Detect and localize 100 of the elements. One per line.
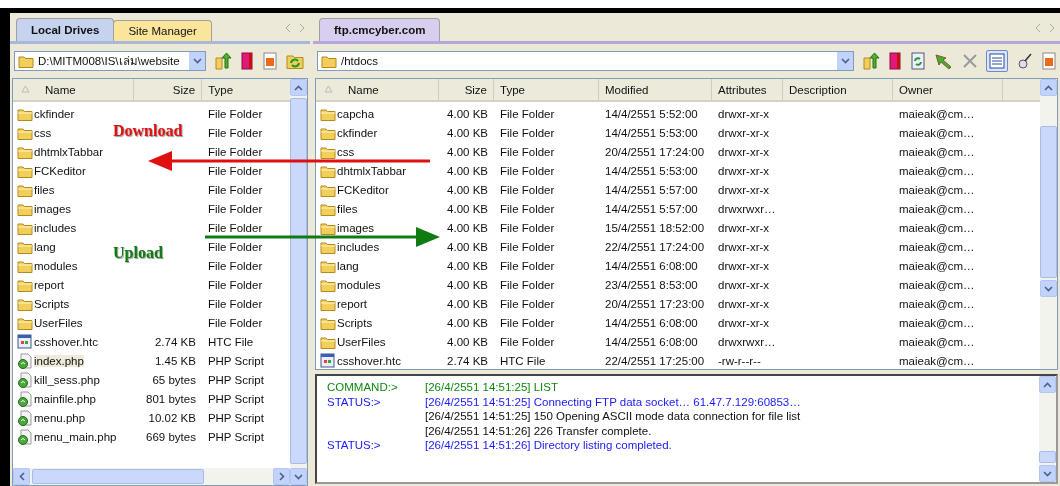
refresh-folder-icon[interactable] (286, 52, 304, 70)
column-header[interactable]: Attributes (712, 79, 783, 100)
file-name[interactable]: UserFiles (34, 316, 83, 329)
scrollbar[interactable] (1040, 79, 1057, 369)
file-name[interactable]: files (337, 202, 358, 215)
tab[interactable]: Local Drives (16, 18, 115, 41)
folder-icon (17, 277, 33, 292)
log-message: [26/4/2551 14:51:25] Connecting FTP data socket… 61.47.7.129:60853… (425, 395, 801, 408)
tab[interactable]: Site Manager (113, 20, 212, 41)
annotation-label: Download (113, 122, 183, 140)
column-header[interactable]: Name (13, 79, 134, 100)
chevron-up-icon[interactable] (1043, 381, 1052, 388)
folder-icon (321, 54, 337, 68)
file-name[interactable]: modules (337, 278, 381, 291)
file-size: 65 bytes (152, 373, 196, 386)
file-name[interactable]: FCKeditor (34, 164, 86, 177)
file-name[interactable]: dhtmlxTabbar (337, 164, 407, 177)
column-header[interactable]: Description (783, 79, 893, 100)
scrollbar-thumb[interactable] (1040, 126, 1057, 278)
file-name[interactable]: report (337, 297, 368, 310)
file-type: PHP Script (207, 411, 264, 424)
modified-date: 23/4/2551 8:53:00 (605, 278, 698, 291)
file-name[interactable]: UserFiles (337, 335, 386, 348)
folder-icon (320, 163, 336, 178)
file-name[interactable]: modules (34, 259, 78, 272)
file-name[interactable]: kill_sess.php (34, 373, 100, 386)
file-attributes: -rw-r--r-- (718, 354, 761, 367)
scrollbar-thumb[interactable] (32, 469, 204, 484)
file-name[interactable]: images (337, 221, 375, 234)
chevron-up-icon[interactable] (1044, 84, 1053, 91)
file-name[interactable]: dhtmlxTabbar (34, 145, 104, 158)
file-type: File Folder (500, 107, 555, 120)
file-name[interactable]: csshover.htc (34, 335, 98, 348)
file-icon (320, 353, 336, 368)
file-name[interactable]: css (337, 145, 355, 158)
scrollbar[interactable] (13, 468, 290, 485)
chevron-left-icon[interactable] (18, 472, 25, 481)
scrollbar-thumb[interactable] (1039, 451, 1056, 463)
file-name[interactable]: mainfile.php (34, 392, 96, 405)
chevron-down-icon[interactable] (294, 473, 303, 480)
modified-date: 15/4/2551 18:52:00 (605, 221, 705, 234)
folder-icon (17, 106, 33, 121)
column-header[interactable]: Name (316, 79, 439, 100)
file-name[interactable]: files (34, 183, 55, 196)
file-name[interactable]: csshover.htc (337, 354, 401, 367)
delete-icon[interactable] (962, 53, 978, 69)
column-header[interactable]: Size (439, 79, 494, 100)
file-name[interactable]: capcha (337, 107, 375, 120)
column-header[interactable]: Type (202, 79, 290, 100)
tab[interactable]: ftp.cmcyber.com (319, 18, 441, 41)
up-folder-icon[interactable] (862, 52, 880, 70)
chevron-up-icon[interactable] (294, 84, 303, 91)
file-name[interactable]: includes (34, 221, 77, 234)
file-name[interactable]: images (34, 202, 72, 215)
chevron-down-icon[interactable] (1043, 470, 1052, 477)
chevron-right-icon[interactable] (278, 472, 285, 481)
folder-icon (320, 315, 336, 330)
column-header[interactable]: Modified (599, 79, 712, 100)
file-type: PHP Script (207, 373, 264, 386)
file-size: 2.74 KB (154, 335, 196, 348)
path-dropdown[interactable]: D:\MITM008\IS\เล่ม\website (14, 51, 206, 71)
file-name[interactable]: Scripts (337, 316, 373, 329)
up-folder-icon[interactable] (214, 52, 232, 70)
file-name[interactable]: css (34, 126, 52, 139)
file-name[interactable]: menu_main.php (34, 430, 117, 443)
file-name[interactable]: FCKeditor (337, 183, 389, 196)
scrollbar[interactable] (1039, 376, 1056, 482)
document-icon[interactable] (1042, 52, 1056, 70)
file-owner: maieak@cm… (899, 107, 975, 120)
file-owner: maieak@cm… (899, 354, 975, 367)
file-name[interactable]: ckfinder (337, 126, 378, 139)
book-icon[interactable] (888, 52, 902, 70)
column-header[interactable]: Type (494, 79, 599, 100)
column-header[interactable]: Size (133, 79, 203, 100)
chevron-down-icon[interactable] (192, 58, 202, 64)
file-name[interactable]: menu.php (34, 411, 86, 424)
list-view-icon[interactable] (986, 50, 1008, 72)
file-name[interactable]: report (34, 278, 65, 291)
file-attributes: drwxr-xr-x (718, 259, 770, 272)
file-name[interactable]: lang (34, 240, 56, 253)
file-name[interactable]: Scripts (34, 297, 70, 310)
path-dropdown[interactable]: /htdocs (317, 51, 854, 71)
file-type: File Folder (500, 183, 555, 196)
tab-scroll-arrows-icon[interactable] (1034, 23, 1056, 33)
book-icon[interactable] (240, 52, 254, 70)
file-owner: maieak@cm… (899, 183, 975, 196)
tab-scroll-arrows-icon[interactable] (284, 23, 306, 33)
folder-icon (320, 125, 336, 140)
column-header[interactable]: Owner (893, 79, 1003, 100)
file-name[interactable]: index.php (34, 354, 84, 367)
file-name[interactable]: ckfinder (34, 107, 75, 120)
document-icon[interactable] (262, 52, 278, 70)
chevron-down-icon[interactable] (840, 58, 850, 64)
folder-icon (320, 277, 336, 292)
file-name[interactable]: includes (337, 240, 380, 253)
arrow-icon[interactable] (934, 52, 954, 70)
refresh-icon[interactable] (910, 52, 926, 70)
chevron-down-icon[interactable] (1044, 285, 1053, 292)
properties-icon[interactable] (1016, 52, 1034, 70)
file-name[interactable]: lang (337, 259, 359, 272)
